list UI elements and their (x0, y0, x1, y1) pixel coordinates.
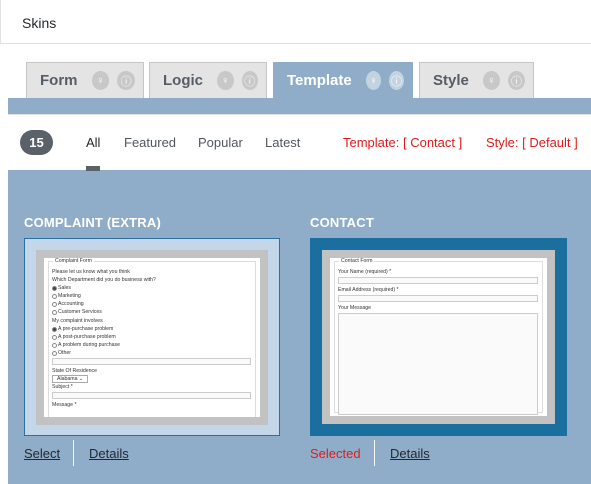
divider (73, 440, 74, 466)
preview-body: Your Name (required) * Email Address (re… (338, 268, 538, 416)
preview-email-label: Email Address (required) * (338, 287, 399, 294)
preview-option: Accounting (52, 300, 251, 308)
lightbulb-icon[interactable]: ♀ (217, 71, 234, 90)
template-count-badge: 15 (20, 130, 53, 155)
preview-option: A post-purchase problem (52, 333, 251, 341)
tab-style-label: Style (433, 72, 469, 89)
filter-featured[interactable]: Featured (124, 135, 176, 150)
select-link[interactable]: Select (24, 446, 60, 461)
preview-state-select: Alabama ⌄ (52, 375, 89, 384)
filter-all[interactable]: All (86, 135, 100, 150)
panel-title: Skins (22, 15, 57, 31)
preview-legend: Complaint Form (53, 258, 94, 265)
preview-fieldset: Complaint Form Please let us know what y… (48, 258, 256, 417)
preview-option: Marketing (52, 292, 251, 300)
card-actions: Details (89, 446, 129, 461)
divider (374, 440, 375, 466)
preview-intro: Please let us know what you think (52, 269, 130, 275)
preview-message-textarea (338, 313, 538, 416)
preview-state-value: Alabama (57, 376, 78, 383)
details-link[interactable]: Details (390, 446, 430, 461)
card-title-complaint: COMPLAINT (EXTRA) (24, 215, 161, 230)
preview-question: My complaint involves (52, 317, 103, 324)
current-template-label: Template: [ Contact ] (343, 135, 463, 150)
tab-logic[interactable]: Logic ♀ ⓘ (149, 62, 267, 98)
preview-legend: Contact Form (339, 258, 375, 265)
active-filter-indicator (86, 166, 100, 171)
preview-message-label: Your Message (338, 305, 371, 312)
preview-option: Customer Services (52, 308, 251, 316)
preview-name-label: Your Name (required) * (338, 269, 392, 275)
preview-email-field (338, 295, 538, 303)
preview-question: Which Department did you do business wit… (52, 277, 156, 284)
info-icon[interactable]: ⓘ (507, 71, 525, 90)
info-icon[interactable]: ⓘ (117, 71, 135, 90)
lightbulb-icon[interactable]: ♀ (91, 71, 110, 90)
preview-option: A pre-purchase problem (52, 325, 251, 333)
preview-subject-label: Subject * (52, 384, 73, 391)
thumbnail-preview: Contact Form Your Name (required) * Emai… (330, 258, 547, 416)
card-title-contact: CONTACT (310, 215, 374, 230)
tab-template[interactable]: Template ♀ ⓘ (273, 62, 413, 98)
template-thumbnail-contact[interactable]: Contact Form Your Name (required) * Emai… (310, 238, 567, 436)
info-icon[interactable]: ⓘ (388, 71, 404, 90)
info-icon[interactable]: ⓘ (241, 71, 258, 90)
preview-message-label: Message * (52, 402, 77, 409)
card-actions: Selected (310, 446, 361, 461)
panel-header: Skins (0, 0, 591, 44)
current-style-label: Style: [ Default ] (486, 135, 578, 150)
tab-style[interactable]: Style ♀ ⓘ (419, 62, 534, 98)
template-thumbnail-complaint[interactable]: Complaint Form Please let us know what y… (24, 238, 280, 436)
preview-state-label: State Of Residence (52, 368, 97, 375)
preview-option: A problem during purchase (52, 341, 251, 349)
thumbnail-frame: Complaint Form Please let us know what y… (36, 250, 268, 425)
details-link[interactable]: Details (89, 446, 129, 461)
thumbnail-frame: Contact Form Your Name (required) * Emai… (322, 250, 555, 424)
card-actions: Select (24, 446, 60, 461)
preview-name-field (338, 277, 538, 285)
preview-subject-field (52, 392, 251, 400)
preview-fieldset: Contact Form Your Name (required) * Emai… (334, 258, 543, 416)
tab-form[interactable]: Form ♀ ⓘ (26, 62, 144, 98)
filter-latest[interactable]: Latest (265, 135, 300, 150)
selected-status: Selected (310, 446, 361, 461)
card-actions: Details (390, 446, 430, 461)
tab-logic-label: Logic (163, 72, 203, 89)
preview-text-field (52, 358, 251, 366)
tab-bar: Form ♀ ⓘ Logic ♀ ⓘ Template ♀ ⓘ Style ♀ … (8, 44, 591, 98)
lightbulb-icon[interactable]: ♀ (365, 71, 381, 90)
filter-popular[interactable]: Popular (198, 135, 243, 150)
tab-form-label: Form (40, 72, 78, 89)
thumbnail-preview: Complaint Form Please let us know what y… (44, 258, 260, 417)
preview-body: Please let us know what you think Which … (52, 268, 251, 409)
lightbulb-icon[interactable]: ♀ (482, 71, 500, 90)
preview-option: Other (52, 349, 251, 357)
tab-template-label: Template (287, 72, 352, 89)
filter-bar: 15 All Featured Popular Latest Template:… (8, 114, 591, 171)
preview-option: Sales (52, 284, 251, 292)
